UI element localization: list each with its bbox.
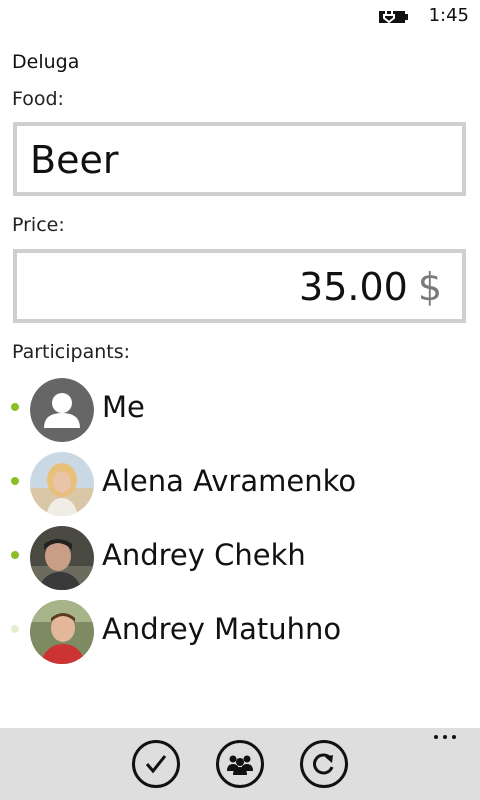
battery-charging-icon bbox=[379, 9, 408, 24]
participant-name: Me bbox=[102, 390, 145, 424]
selection-dot bbox=[11, 625, 19, 633]
currency-symbol: $ bbox=[417, 265, 442, 309]
participant-name: Andrey Matuhno bbox=[102, 612, 342, 646]
price-value: 35.00 bbox=[299, 265, 408, 309]
avatar-photo bbox=[30, 526, 94, 590]
more-icon[interactable] bbox=[434, 735, 456, 739]
selection-dot bbox=[11, 477, 19, 485]
food-value: Beer bbox=[30, 138, 119, 182]
selection-dot bbox=[11, 551, 19, 559]
participant-alena-avramenko[interactable]: Alena Avramenko bbox=[0, 448, 480, 522]
app-title: Deluga bbox=[12, 51, 80, 73]
participant-me[interactable]: Me bbox=[0, 374, 480, 448]
selection-dot bbox=[11, 403, 19, 411]
participants-list: Me Alena Avramenko Andrey Chekh Andrey M… bbox=[0, 374, 480, 670]
food-input[interactable]: Beer bbox=[13, 122, 466, 196]
avatar-photo bbox=[30, 452, 94, 516]
price-label: Price: bbox=[12, 214, 65, 236]
confirm-button[interactable] bbox=[132, 740, 180, 788]
participant-name: Alena Avramenko bbox=[102, 464, 357, 498]
participant-name: Andrey Chekh bbox=[102, 538, 306, 572]
avatar-photo bbox=[30, 600, 94, 664]
refresh-button[interactable] bbox=[300, 740, 348, 788]
avatar-default bbox=[30, 378, 94, 442]
check-icon bbox=[145, 755, 167, 774]
application-bar bbox=[0, 728, 480, 800]
price-input[interactable]: 35.00 $ bbox=[13, 249, 466, 323]
refresh-icon bbox=[313, 753, 334, 775]
participant-andrey-matuhno[interactable]: Andrey Matuhno bbox=[0, 596, 480, 670]
participants-button[interactable] bbox=[216, 740, 264, 788]
status-time: 1:45 bbox=[428, 5, 469, 26]
people-icon bbox=[227, 755, 253, 775]
participant-andrey-chekh[interactable]: Andrey Chekh bbox=[0, 522, 480, 596]
food-label: Food: bbox=[12, 88, 64, 110]
participants-label: Participants: bbox=[12, 341, 131, 363]
status-bar: 1:45 bbox=[0, 0, 480, 32]
